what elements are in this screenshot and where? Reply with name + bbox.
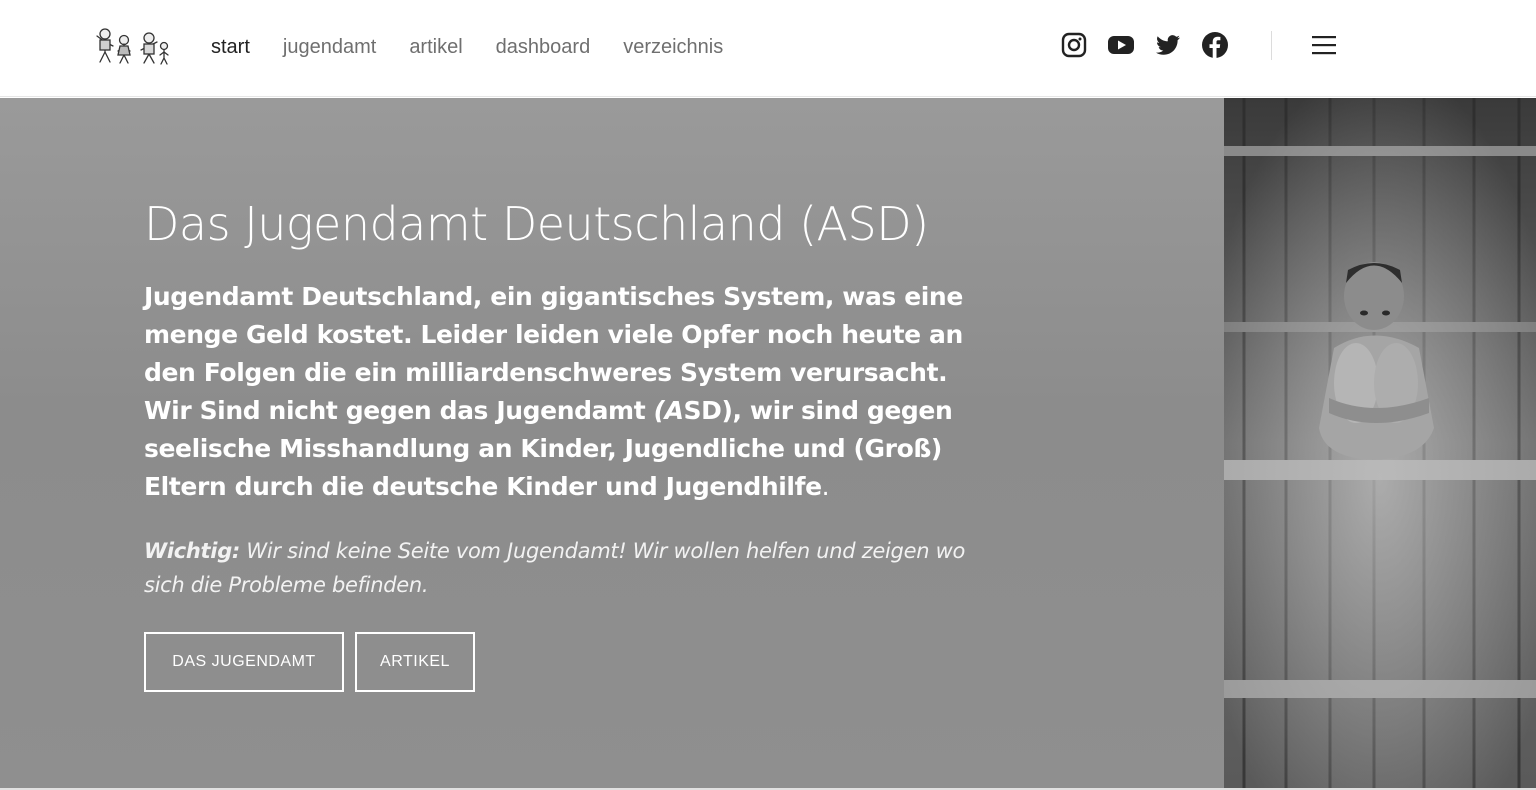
youtube-icon[interactable] xyxy=(1107,31,1135,59)
nav-item-dashboard[interactable]: dashboard xyxy=(496,34,591,60)
site-header: start jugendamt artikel dashboard verzei… xyxy=(0,0,1536,97)
nav-item-artikel[interactable]: artikel xyxy=(409,34,462,60)
hero-lead-end: . xyxy=(821,472,830,501)
artikel-button[interactable]: ARTIKEL xyxy=(355,632,475,692)
hero-lead: Jugendamt Deutschland, ein gigantisches … xyxy=(144,278,984,506)
nav-item-verzeichnis[interactable]: verzeichnis xyxy=(623,34,723,60)
das-jugendamt-button[interactable]: DAS JUGENDAMT xyxy=(144,632,344,692)
nav-item-jugendamt[interactable]: jugendamt xyxy=(283,34,376,60)
instagram-icon[interactable] xyxy=(1060,31,1088,59)
main-nav: start jugendamt artikel dashboard verzei… xyxy=(211,34,723,60)
social-links xyxy=(1060,31,1229,59)
hamburger-menu-icon[interactable] xyxy=(1310,33,1338,57)
hero-section: Das Jugendamt Deutschland (ASD) Jugendam… xyxy=(0,98,1224,788)
facebook-icon[interactable] xyxy=(1201,31,1229,59)
site-logo[interactable] xyxy=(91,26,171,66)
header-divider xyxy=(1271,31,1272,60)
hero-note-text: Wir sind keine Seite vom Jugendamt! Wir … xyxy=(144,539,966,597)
hero-note-label: Wichtig: xyxy=(144,539,241,563)
hero-lead-italic: (A xyxy=(653,396,684,425)
nav-item-start[interactable]: start xyxy=(211,34,250,60)
hero-note: Wichtig: Wir sind keine Seite vom Jugend… xyxy=(144,534,994,602)
twitter-icon[interactable] xyxy=(1154,31,1182,59)
hero-title: Das Jugendamt Deutschland (ASD) xyxy=(144,197,929,251)
hero-photo xyxy=(1224,98,1536,788)
